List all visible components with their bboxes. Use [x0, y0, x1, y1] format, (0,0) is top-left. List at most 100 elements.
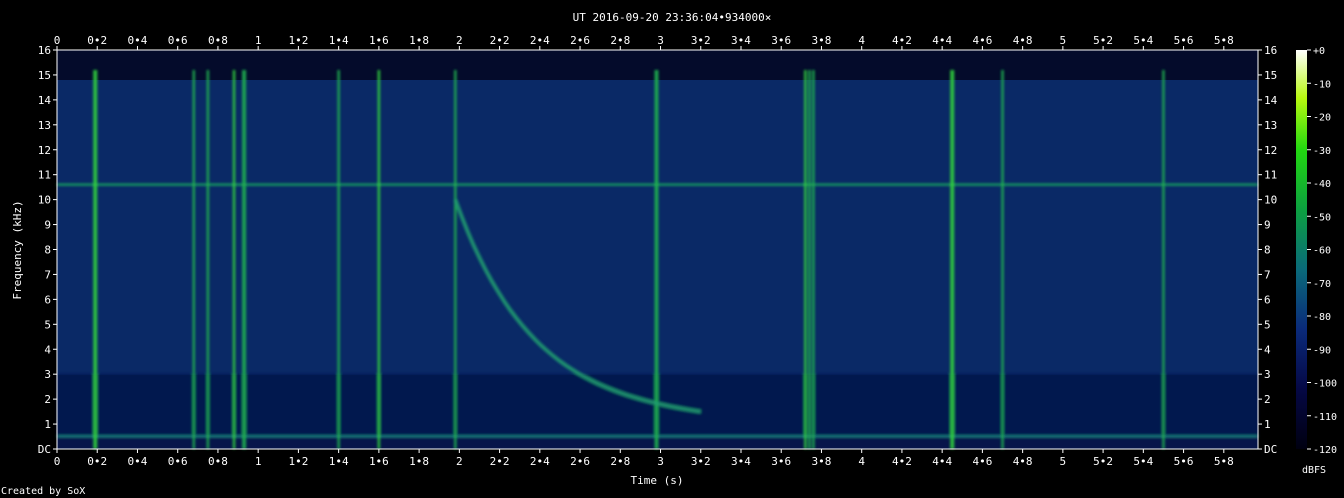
y-tick-label-left: 10 [38, 194, 51, 207]
y-tick-label-left: 14 [38, 94, 52, 107]
x-tick-label-top: 0•4 [128, 34, 148, 47]
x-tick-label-top: 2•4 [530, 34, 550, 47]
y-tick-label-right: 7 [1264, 268, 1271, 281]
x-tick-label-top: 1 [255, 34, 262, 47]
colorbar-tick-label: -120 [1313, 445, 1337, 456]
x-tick-label-bottom: 2•2 [490, 455, 510, 468]
y-tick-label-left: DC [38, 443, 51, 456]
colorbar-gradient [1296, 50, 1307, 449]
x-tick-label-bottom: 2•4 [530, 455, 550, 468]
x-tick-label-top: 4•8 [1013, 34, 1033, 47]
x-tick-label-bottom: 4 [858, 455, 865, 468]
x-tick-label-top: 5•8 [1214, 34, 1234, 47]
y-tick-label-left: 6 [44, 293, 51, 306]
x-tick-label-top: 3•6 [771, 34, 791, 47]
y-tick-label-left: 16 [38, 44, 51, 57]
x-tick-label-bottom: 1•2 [288, 455, 308, 468]
x-tick-label-bottom: 1•4 [329, 455, 349, 468]
y-tick-label-left: 15 [38, 69, 51, 82]
colorbar-tick-label: -80 [1313, 312, 1331, 323]
x-tick-label-top: 1•4 [329, 34, 349, 47]
colorbar-tick-label: +0 [1313, 46, 1325, 57]
x-tick-label-top: 0•8 [208, 34, 228, 47]
x-tick-label-top: 0•2 [87, 34, 107, 47]
colorbar-tick-label: -20 [1313, 113, 1331, 124]
x-tick-label-bottom: 5•4 [1133, 455, 1153, 468]
x-tick-label-top: 3•4 [731, 34, 751, 47]
x-tick-label-top: 1•6 [369, 34, 389, 47]
y-tick-label-left: 1 [44, 418, 51, 431]
y-tick-label-right: 13 [1264, 119, 1277, 132]
y-tick-label-right: 8 [1264, 244, 1271, 257]
x-tick-label-top: 3•8 [812, 34, 832, 47]
colorbar-tick-label: -60 [1313, 246, 1331, 257]
x-axis-label: Time (s) [631, 474, 684, 487]
x-tick-label-top: 4 [858, 34, 865, 47]
x-tick-label-bottom: 0•4 [128, 455, 148, 468]
x-tick-label-bottom: 1•8 [409, 455, 429, 468]
x-tick-label-bottom: 5•2 [1093, 455, 1113, 468]
x-tick-label-top: 1•2 [288, 34, 308, 47]
x-tick-label-top: 0•6 [168, 34, 188, 47]
x-tick-label-top: 4•2 [892, 34, 912, 47]
colorbar-tick-label: -40 [1313, 179, 1331, 190]
y-tick-label-left: 3 [44, 368, 51, 381]
x-tick-label-bottom: 4•4 [932, 455, 952, 468]
x-tick-label-top: 5•4 [1133, 34, 1153, 47]
x-tick-label-bottom: 5•8 [1214, 455, 1234, 468]
x-tick-label-top: 0 [54, 34, 61, 47]
x-tick-label-top: 2•8 [610, 34, 630, 47]
y-tick-label-right: 16 [1264, 44, 1277, 57]
x-tick-label-top: 3 [657, 34, 664, 47]
chart-title: UT 2016-09-20 23:36:04•934000× [573, 11, 772, 24]
y-tick-label-left: 11 [38, 169, 51, 182]
x-tick-label-bottom: 2 [456, 455, 463, 468]
x-tick-label-top: 4•4 [932, 34, 952, 47]
colorbar-tick-label: -90 [1313, 345, 1331, 356]
y-tick-label-left: 9 [44, 219, 51, 232]
x-tick-label-top: 5 [1060, 34, 1067, 47]
y-tick-label-right: 3 [1264, 368, 1271, 381]
x-tick-label-bottom: 0•2 [87, 455, 107, 468]
colorbar-tick-label: -30 [1313, 146, 1331, 157]
x-tick-label-bottom: 1 [255, 455, 262, 468]
spectrogram-plot [57, 50, 1258, 449]
x-tick-label-bottom: 3 [657, 455, 664, 468]
colorbar-tick-label: -70 [1313, 279, 1331, 290]
x-tick-label-top: 5•2 [1093, 34, 1113, 47]
y-tick-label-right: 12 [1264, 144, 1277, 157]
colorbar-tick-label: -50 [1313, 212, 1331, 223]
x-tick-label-bottom: 0•6 [168, 455, 188, 468]
y-tick-label-right: 15 [1264, 69, 1277, 82]
x-tick-label-bottom: 2•6 [570, 455, 590, 468]
x-tick-label-bottom: 5•6 [1174, 455, 1194, 468]
x-tick-label-bottom: 3•4 [731, 455, 751, 468]
y-tick-label-right: 11 [1264, 169, 1277, 182]
y-tick-label-right: 14 [1264, 94, 1278, 107]
colorbar-tick-label: -10 [1313, 79, 1331, 90]
x-tick-label-bottom: 4•6 [972, 455, 992, 468]
y-tick-label-right: DC [1264, 443, 1277, 456]
x-tick-label-bottom: 3•8 [812, 455, 832, 468]
x-tick-label-bottom: 1•6 [369, 455, 389, 468]
x-tick-label-top: 2 [456, 34, 463, 47]
colorbar-tick-label: -110 [1313, 412, 1337, 423]
x-tick-label-bottom: 3•6 [771, 455, 791, 468]
x-tick-label-top: 5•6 [1174, 34, 1194, 47]
spectrogram-chart: 000•20•20•40•40•60•60•80•8111•21•21•41•4… [1, 11, 1337, 497]
x-tick-label-bottom: 2•8 [610, 455, 630, 468]
y-tick-label-left: 13 [38, 119, 51, 132]
x-tick-label-top: 1•8 [409, 34, 429, 47]
x-tick-label-top: 4•6 [972, 34, 992, 47]
colorbar-label: dBFS [1302, 465, 1326, 476]
y-tick-label-right: 10 [1264, 194, 1277, 207]
y-tick-label-left: 8 [44, 244, 51, 257]
y-tick-label-right: 4 [1264, 343, 1271, 356]
x-tick-label-top: 2•6 [570, 34, 590, 47]
footer-credit: Created by SoX [1, 486, 85, 497]
x-tick-label-bottom: 4•8 [1013, 455, 1033, 468]
x-tick-label-bottom: 4•2 [892, 455, 912, 468]
y-tick-label-left: 4 [44, 343, 51, 356]
x-tick-label-bottom: 0 [54, 455, 61, 468]
colorbar [1296, 50, 1307, 449]
